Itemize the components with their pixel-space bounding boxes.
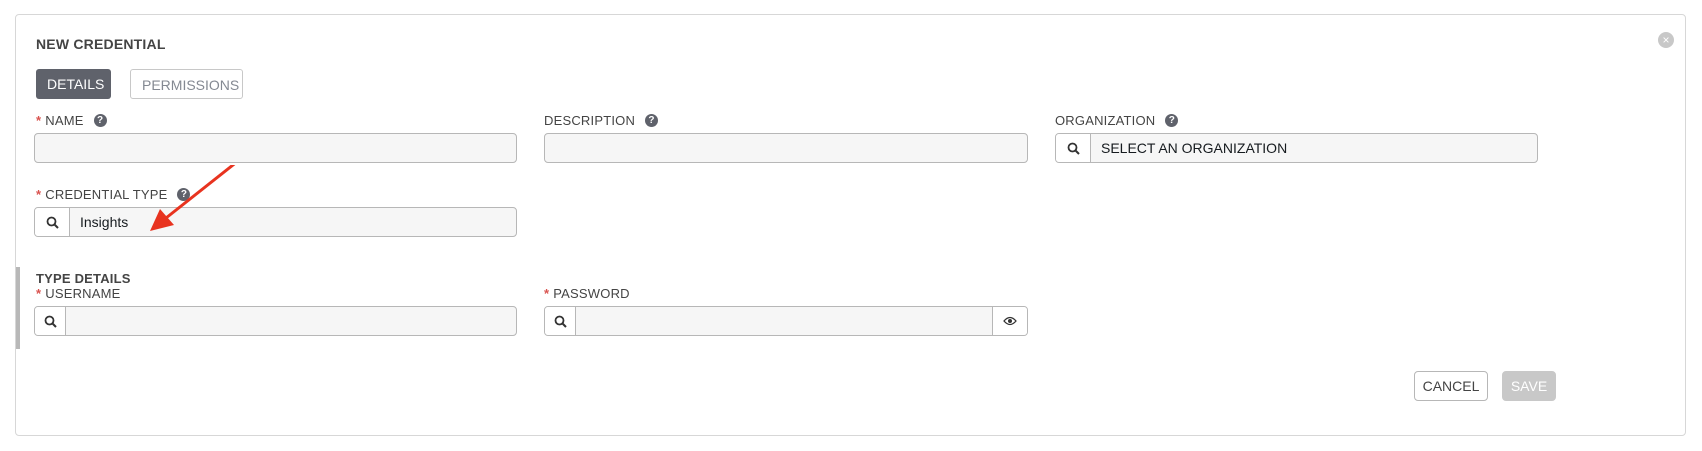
help-icon[interactable]: ? <box>93 113 107 127</box>
search-icon[interactable] <box>1056 134 1091 162</box>
name-input[interactable] <box>34 133 517 163</box>
search-icon[interactable] <box>35 208 70 236</box>
password-value[interactable] <box>576 307 992 335</box>
password-label-text: PASSWORD <box>553 285 630 301</box>
eye-icon[interactable] <box>992 307 1027 335</box>
required-marker: * <box>544 285 550 301</box>
password-input[interactable] <box>544 306 1028 336</box>
type-details-title: TYPE DETAILS <box>36 271 131 286</box>
tab-details[interactable]: DETAILS <box>36 69 111 99</box>
description-label-text: DESCRIPTION <box>544 112 636 128</box>
search-icon[interactable] <box>35 307 66 335</box>
organization-label: ORGANIZATION ? <box>1055 112 1179 128</box>
description-label: DESCRIPTION ? <box>544 112 659 128</box>
help-icon[interactable]: ? <box>645 113 659 127</box>
name-label: * NAME ? <box>36 112 107 128</box>
required-marker: * <box>36 285 42 301</box>
annotation-arrow-icon <box>150 165 236 231</box>
organization-label-text: ORGANIZATION <box>1055 112 1156 128</box>
password-label: * PASSWORD <box>544 285 630 301</box>
username-input[interactable] <box>34 306 517 336</box>
username-label-text: USERNAME <box>45 285 121 301</box>
name-label-text: NAME <box>45 112 84 128</box>
new-credential-panel: NEW CREDENTIAL × DETAILS PERMISSIONS * N… <box>15 14 1686 436</box>
credential-type-lookup[interactable]: Insights <box>34 207 517 237</box>
tab-permissions[interactable]: PERMISSIONS <box>130 69 243 99</box>
dialog-title: NEW CREDENTIAL <box>36 36 166 52</box>
organization-value[interactable]: SELECT AN ORGANIZATION <box>1091 134 1537 162</box>
cancel-button[interactable]: CANCEL <box>1414 371 1488 401</box>
required-marker: * <box>36 186 42 202</box>
type-details-bar <box>16 267 20 349</box>
help-icon[interactable]: ? <box>1165 113 1179 127</box>
description-input[interactable] <box>544 133 1028 163</box>
organization-lookup[interactable]: SELECT AN ORGANIZATION <box>1055 133 1538 163</box>
search-icon[interactable] <box>545 307 576 335</box>
close-icon[interactable]: × <box>1658 32 1674 48</box>
username-label: * USERNAME <box>36 285 121 301</box>
username-value[interactable] <box>66 307 516 335</box>
required-marker: * <box>36 112 42 128</box>
save-button[interactable]: SAVE <box>1502 371 1556 401</box>
